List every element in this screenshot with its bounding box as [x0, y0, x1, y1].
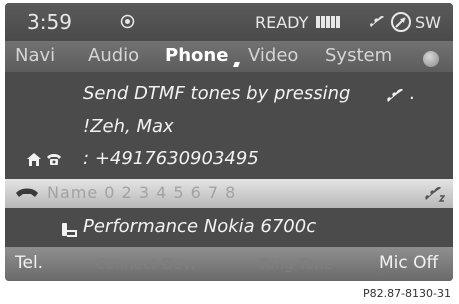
instruction-period: .	[409, 83, 415, 104]
connect-device-button[interactable]: Connect Dev.	[95, 255, 195, 273]
contact-name: !Zeh, Max	[83, 116, 174, 137]
menu-item-video[interactable]: Video	[248, 45, 298, 66]
head-unit-screen: 3:59 READY SW Navi Audio Phone Video Sys…	[5, 3, 453, 281]
globe-icon[interactable]	[423, 51, 439, 67]
handset-icon	[387, 89, 403, 102]
main-menu: Navi Audio Phone Video System	[5, 41, 453, 72]
softkey-bar: Tel. Connect Dev. Ring Tone Mic Off	[5, 247, 453, 281]
tel-button[interactable]: Tel.	[15, 253, 43, 273]
ready-indicator: READY	[255, 13, 309, 32]
dtmf-instruction: Send DTMF tones by pressing	[83, 83, 351, 104]
figure-reference: P82.87-8130-31	[362, 287, 451, 300]
number-label-colon: :	[83, 148, 90, 169]
menu-item-navi[interactable]: Navi	[15, 45, 55, 66]
gps-icon	[120, 14, 135, 29]
handset-icon	[370, 15, 384, 27]
home-icon	[27, 153, 41, 166]
compass-icon	[391, 12, 411, 32]
active-menu-marker	[233, 62, 240, 67]
incoming-call-icon	[425, 187, 445, 202]
menu-item-phone[interactable]: Phone	[165, 45, 228, 66]
menu-item-audio[interactable]: Audio	[88, 45, 139, 66]
clock: 3:59	[27, 10, 72, 34]
device-icon	[62, 223, 77, 237]
phone-icon	[47, 154, 61, 165]
compass-heading: SW	[415, 13, 441, 32]
signal-bars-icon	[316, 16, 340, 28]
end-call-icon	[16, 188, 38, 197]
phone-number-value: +4917630903495	[94, 148, 259, 169]
phone-number: : +4917630903495	[83, 148, 259, 169]
list-item[interactable]: Name 0 2 3 4 5 6 7 8	[5, 179, 453, 208]
status-bar: 3:59 READY SW	[5, 3, 453, 41]
mic-off-button[interactable]: Mic Off	[379, 253, 438, 273]
connected-device: Performance Nokia 6700c	[83, 216, 317, 237]
ring-tone-button[interactable]: Ring Tone	[260, 255, 333, 273]
list-item-label: Name 0 2 3 4 5 6 7 8	[47, 183, 237, 202]
menu-item-system[interactable]: System	[325, 45, 392, 66]
